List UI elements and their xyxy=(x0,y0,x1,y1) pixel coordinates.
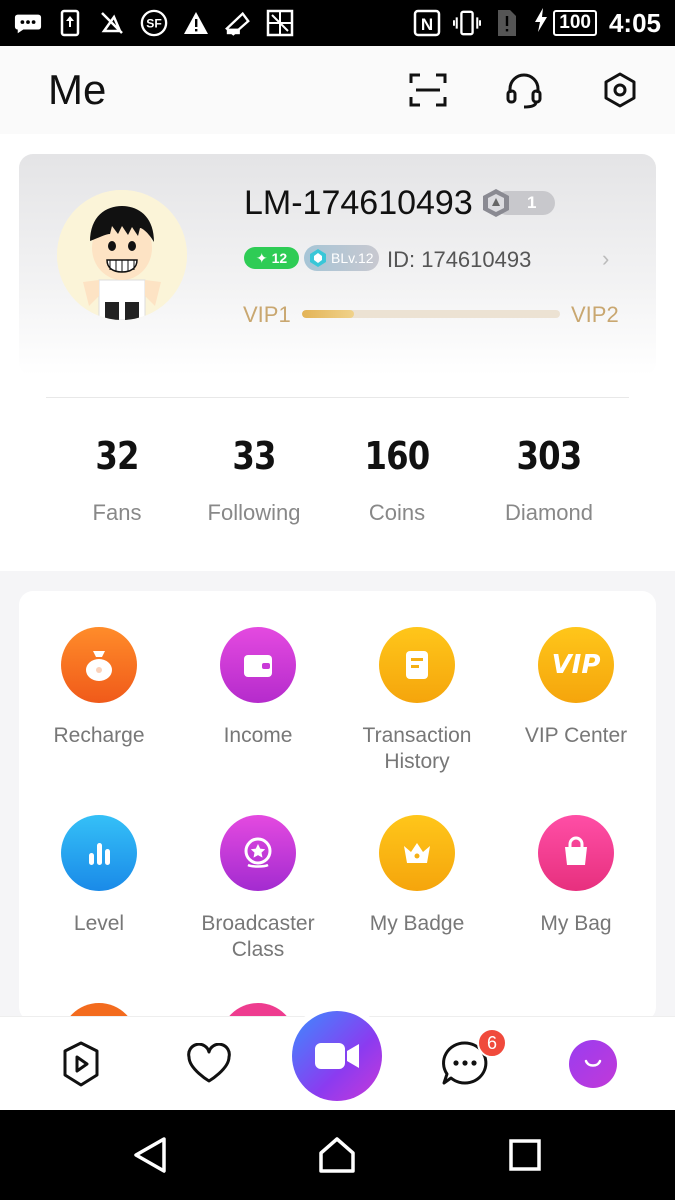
grid-item-recharge[interactable]: Recharge xyxy=(19,627,179,749)
stat-following[interactable]: 33 Following xyxy=(184,434,324,526)
grid-item-my-badge[interactable]: My Badge xyxy=(337,815,497,937)
grid-item-level[interactable]: Level xyxy=(19,815,179,937)
broadcaster-level-value: BLv.12 xyxy=(331,250,374,266)
svg-text:N: N xyxy=(421,15,433,34)
sparkle-icon: ✦ xyxy=(255,249,268,266)
go-live-button[interactable] xyxy=(286,1005,388,1107)
profile-section: LM-174610493 1 ✦ 12 BLv.12 ID: 174610493… xyxy=(0,134,675,571)
grid-item-vip-center[interactable]: VIP VIP Center xyxy=(496,627,656,749)
stat-label: Diamond xyxy=(504,500,594,525)
chevron-right-icon[interactable]: › xyxy=(602,246,609,272)
sim-icon xyxy=(493,9,521,37)
vip-current-label: VIP1 xyxy=(243,302,291,327)
clock: 4:05 xyxy=(608,7,661,38)
diamond-icon xyxy=(308,248,328,268)
grid-item-broadcaster-class[interactable]: Broadcaster Class xyxy=(178,815,338,963)
battery-indicator: 100 xyxy=(533,7,597,39)
stat-coins[interactable]: 160 Coins xyxy=(327,434,467,526)
grid-item-label: Level xyxy=(73,912,125,935)
avatar[interactable] xyxy=(57,190,187,320)
battery-level: 100 xyxy=(553,10,597,36)
stats-row: 32 Fans 33 Following 160 Coins 303 Diamo… xyxy=(0,434,675,544)
grid-item-income[interactable]: Income xyxy=(178,627,338,749)
message-count-badge: 6 xyxy=(477,1028,507,1058)
upload-icon xyxy=(56,9,84,37)
moneybag-icon xyxy=(61,627,137,703)
profile-card[interactable]: LM-174610493 1 ✦ 12 BLv.12 ID: 174610493… xyxy=(19,154,656,376)
settings-icon[interactable] xyxy=(597,67,643,113)
vibrate-icon xyxy=(453,9,482,37)
feature-grid: Recharge Income Transaction History VIP … xyxy=(19,591,656,1021)
divider xyxy=(46,397,629,398)
stat-label: Fans xyxy=(92,500,142,525)
app-header: Me xyxy=(0,46,675,134)
crown-icon xyxy=(379,815,455,891)
stat-value: 303 xyxy=(516,434,583,478)
gallery-icon xyxy=(224,9,252,37)
vip-next-label: VIP2 xyxy=(571,302,619,327)
stat-label: Following xyxy=(207,500,301,525)
recents-icon[interactable] xyxy=(505,1135,545,1175)
back-icon[interactable] xyxy=(130,1135,170,1175)
chat-icon xyxy=(14,9,42,37)
warning-icon xyxy=(182,9,210,37)
vip-icon-text: VIP xyxy=(551,650,601,680)
stat-fans[interactable]: 32 Fans xyxy=(47,434,187,526)
grid-item-label: My Badge xyxy=(369,912,465,935)
broadcaster-level-badge: BLv.12 xyxy=(304,245,379,271)
profile-tab[interactable] xyxy=(563,1034,623,1094)
grid-item-label: Transaction History xyxy=(362,724,472,773)
vip-progress-bar xyxy=(302,310,560,318)
rank-badge: 1 xyxy=(481,188,556,218)
smile-icon xyxy=(569,1040,617,1088)
video-camera-icon xyxy=(292,1011,382,1101)
bag-icon xyxy=(538,815,614,891)
heart-icon[interactable] xyxy=(179,1034,239,1094)
nfc-icon: N xyxy=(413,9,441,37)
sf-icon: SF xyxy=(140,9,168,37)
grid-item-my-bag[interactable]: My Bag xyxy=(496,815,656,937)
medal-icon xyxy=(220,815,296,891)
username: LM-174610493 xyxy=(244,184,473,222)
grid-item-label: Recharge xyxy=(53,724,145,747)
receipt-icon xyxy=(379,627,455,703)
stat-label: Coins xyxy=(368,500,426,525)
charging-icon xyxy=(533,7,549,39)
grid-item-label: My Bag xyxy=(540,912,612,935)
vip-progress-fill xyxy=(302,310,354,318)
status-bar: SF N 100 4:05 xyxy=(0,0,675,46)
grid-item-transaction-history[interactable]: Transaction History xyxy=(337,627,497,775)
stat-diamond[interactable]: 303 Diamond xyxy=(479,434,619,526)
scan-icon[interactable] xyxy=(405,67,451,113)
grid-item-label: Broadcaster Class xyxy=(201,912,315,961)
headset-icon[interactable] xyxy=(501,67,547,113)
user-id: ID: 174610493 xyxy=(387,247,532,272)
rank-value: 1 xyxy=(527,193,537,212)
stat-value: 160 xyxy=(364,434,431,478)
page-title: Me xyxy=(48,66,107,113)
stat-value: 32 xyxy=(95,434,139,478)
pattern-icon xyxy=(266,9,294,37)
system-nav-bar xyxy=(0,1110,675,1200)
stat-value: 33 xyxy=(232,434,276,478)
grid-item-label: VIP Center xyxy=(524,724,628,747)
grid-item-label: Income xyxy=(223,724,293,747)
user-level-badge: ✦ 12 xyxy=(244,247,299,269)
home-icon[interactable] xyxy=(317,1135,357,1175)
vip-icon: VIP xyxy=(538,627,614,703)
play-icon[interactable] xyxy=(51,1034,111,1094)
bottom-nav: 6 xyxy=(0,1005,675,1110)
user-level-value: 12 xyxy=(271,250,288,266)
svg-text:SF: SF xyxy=(146,17,162,31)
wallet-icon xyxy=(220,627,296,703)
bars-icon xyxy=(61,815,137,891)
muted-icon xyxy=(98,9,126,37)
